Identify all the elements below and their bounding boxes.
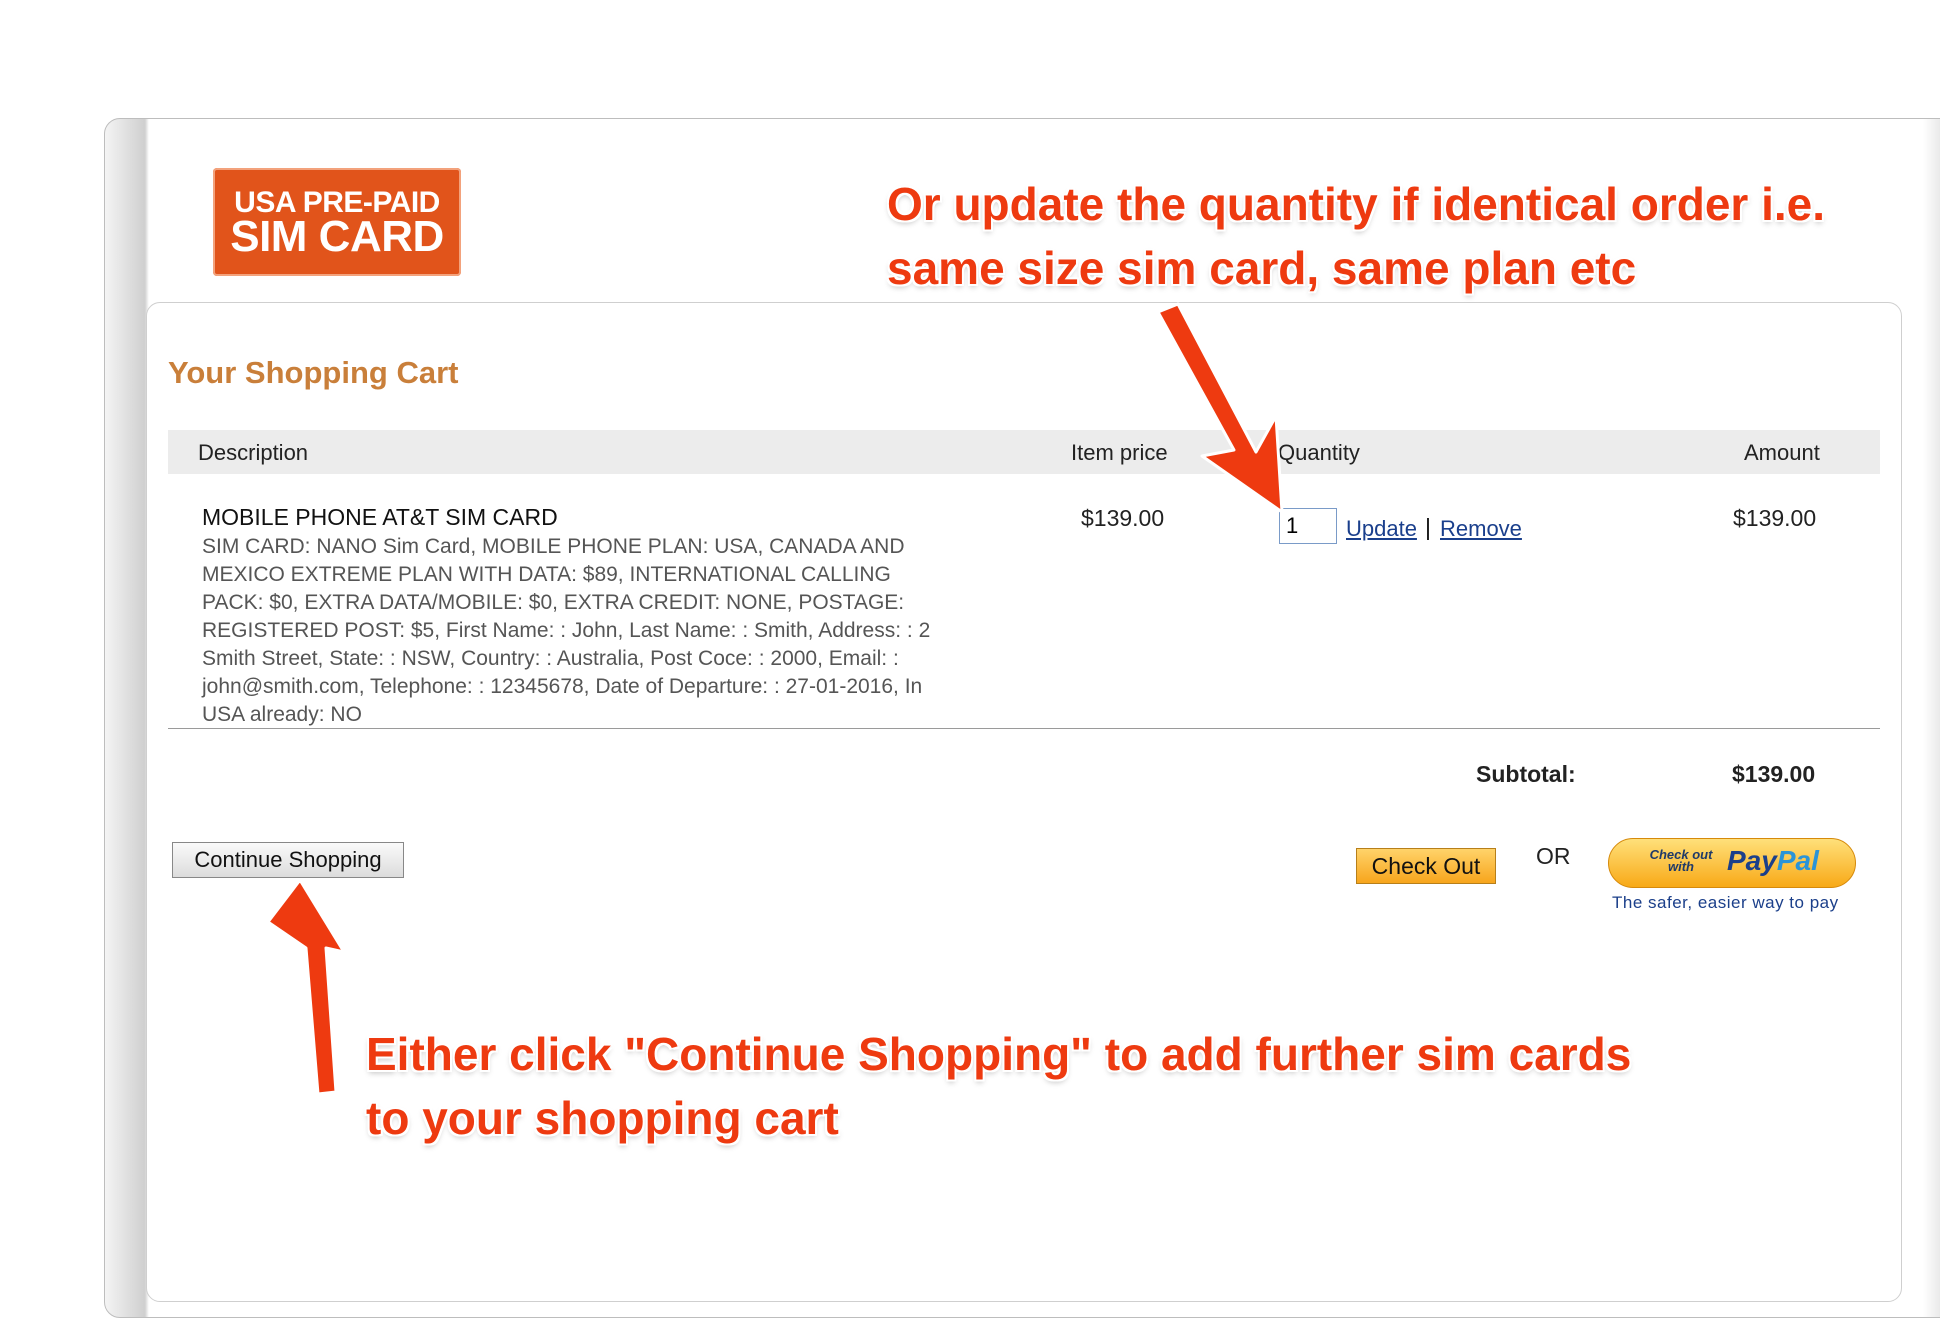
arrow-to-continue-icon [266, 878, 346, 1096]
